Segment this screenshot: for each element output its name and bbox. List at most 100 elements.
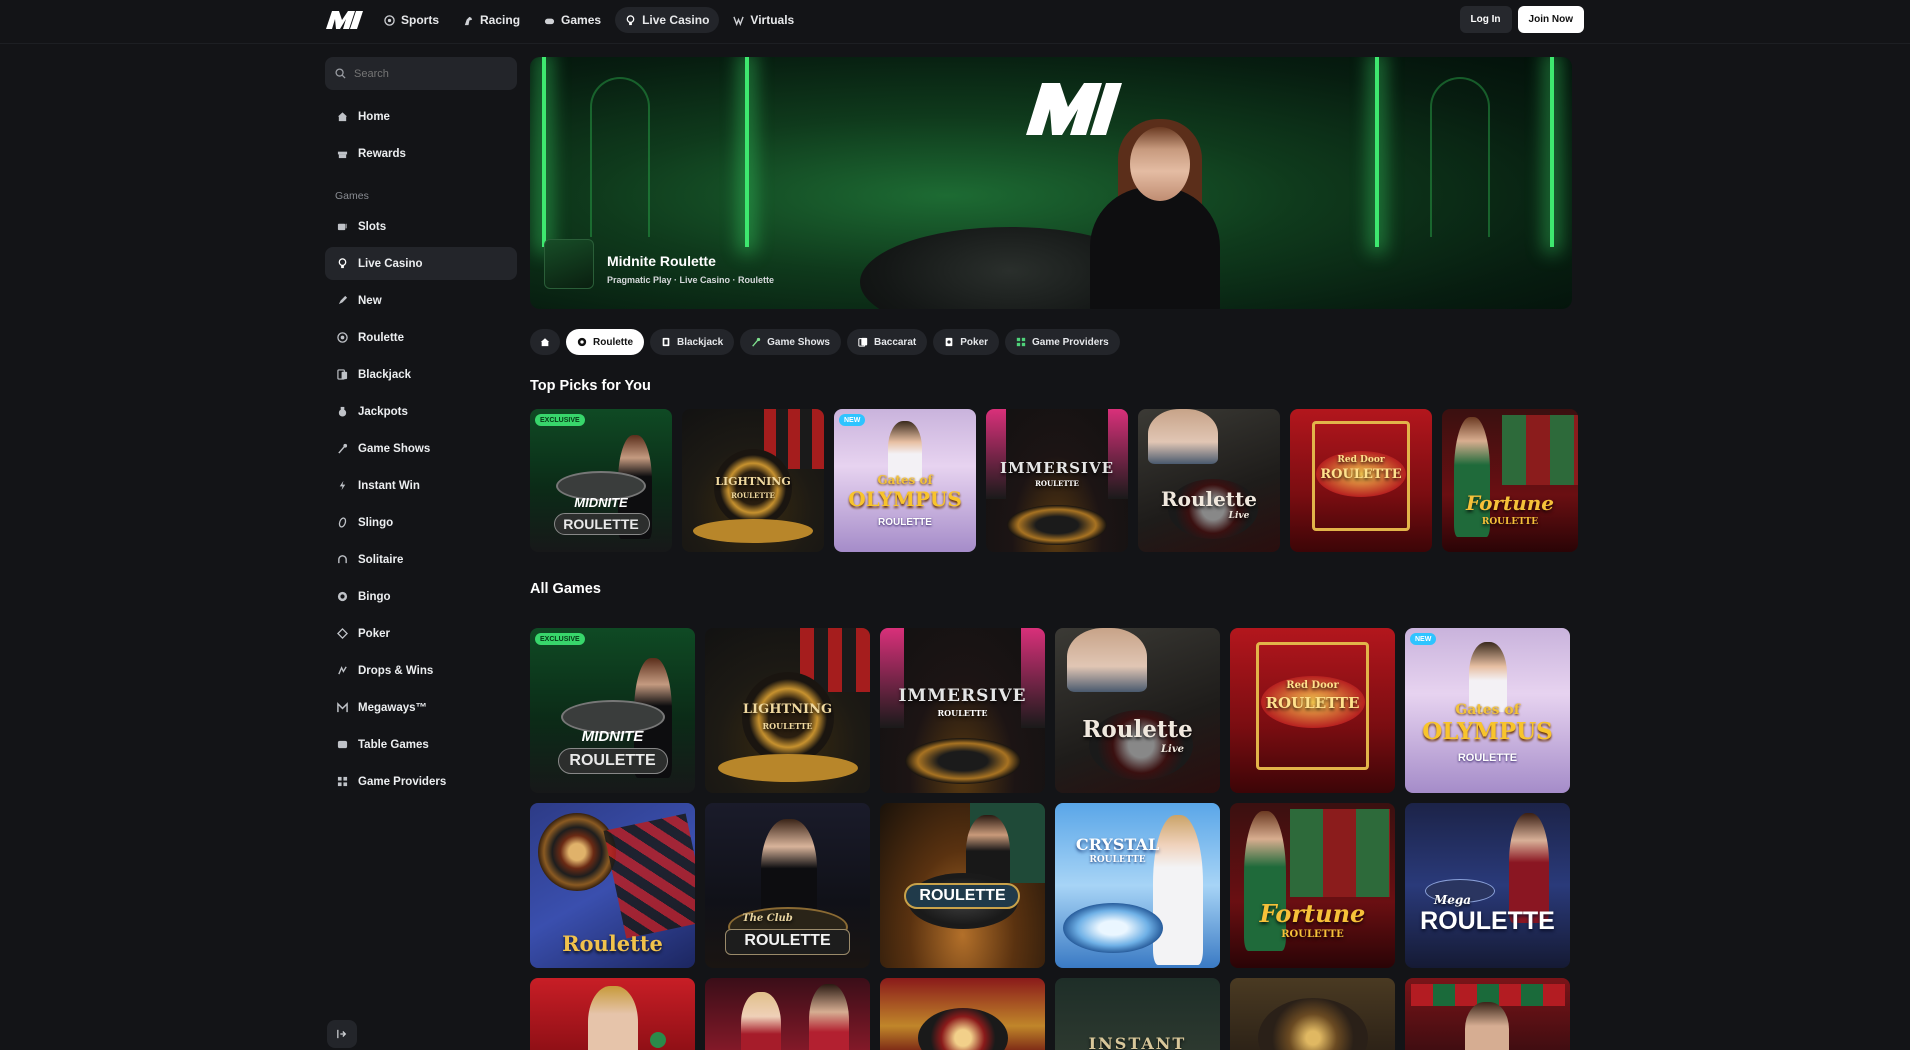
exclusive-badge: EXCLUSIVE (535, 633, 585, 645)
collapse-sidebar-button[interactable] (327, 1020, 357, 1048)
filter-poker[interactable]: Poker (933, 329, 1000, 355)
roulette-wheel (538, 813, 616, 891)
login-button[interactable]: Log In (1459, 6, 1512, 33)
section-title-all-games: All Games (530, 581, 601, 597)
game-tile-roulette-live[interactable]: Roulette Live (1055, 628, 1220, 793)
sidebar-item-home[interactable]: Home (325, 100, 517, 133)
game-tile-immersive-roulette[interactable]: IMMERSIVE ROULETTE (986, 409, 1128, 552)
game-tile-fortune-roulette[interactable]: Fortune ROULETTE (1230, 803, 1395, 968)
sidebar-item-rewards[interactable]: Rewards (325, 137, 517, 170)
game-tile-partial-2[interactable] (705, 978, 870, 1050)
top-bar: Sports Racing Games Live Casino Virtuals… (0, 0, 1910, 44)
dealer-figure (588, 986, 638, 1050)
sidebar-item-label: Solitaire (358, 553, 404, 566)
roulette-wheel (904, 738, 1021, 784)
sidebar-item-blackjack[interactable]: Blackjack (325, 358, 517, 391)
roulette-board (603, 813, 695, 939)
gift-icon (337, 151, 348, 159)
grid-icon (337, 776, 348, 787)
sidebar-item-label: Poker (358, 627, 390, 640)
game-tile-instant-roulette[interactable]: INSTANT (1055, 978, 1220, 1050)
sidebar-item-bingo[interactable]: Bingo (325, 580, 517, 613)
sidebar-item-drops-wins[interactable]: Drops & Wins (325, 654, 517, 687)
sidebar-item-table-games[interactable]: Table Games (325, 728, 517, 761)
character-figure (888, 421, 922, 481)
filter-label: Baccarat (873, 336, 917, 348)
game-tile-roulette[interactable]: Roulette (530, 803, 695, 968)
midnite-logo[interactable] (326, 11, 364, 29)
game-tile-roulette-dealer[interactable]: ROULETTE (880, 803, 1045, 968)
filter-baccarat[interactable]: Baccarat (846, 329, 928, 355)
hero-banner[interactable]: Midnite Roulette Pragmatic Play · Live C… (530, 57, 1572, 309)
game-tile-lightning-roulette[interactable]: LIGHTNING ROULETTE (705, 628, 870, 793)
sidebar-item-game-providers[interactable]: Game Providers (325, 765, 517, 798)
new-badge: NEW (1410, 633, 1437, 645)
poker-chip-icon (337, 628, 348, 639)
hero-light (542, 57, 546, 247)
sidebar-item-slingo[interactable]: Slingo (325, 506, 517, 539)
game-tile-gates-of-olympus-roulette[interactable]: NEW Gates of OLYMPUS ROULETTE (1405, 628, 1570, 793)
game-tile-red-door-roulette[interactable]: Red Door ROULETTE (1230, 628, 1395, 793)
tile-title: ROULETTE (563, 516, 639, 532)
sidebar-item-instant-win[interactable]: Instant Win (325, 469, 517, 502)
game-tile-partial-1[interactable] (530, 978, 695, 1050)
game-tile-the-club-roulette[interactable]: The Club ROULETTE (705, 803, 870, 968)
game-tile-partial-6[interactable] (1405, 978, 1570, 1050)
sidebar-item-live-casino[interactable]: Live Casino (325, 247, 517, 280)
filter-game-shows[interactable]: Game Shows (740, 329, 841, 355)
home-icon (540, 338, 550, 347)
game-tile-partial-5[interactable] (1230, 978, 1395, 1050)
game-tile-partial-3[interactable] (880, 978, 1045, 1050)
sidebar-item-new[interactable]: New (325, 284, 517, 317)
sidebar-item-label: New (358, 294, 382, 307)
hero-arch (590, 77, 650, 237)
game-tile-fortune-roulette[interactable]: Fortune ROULETTE (1442, 409, 1578, 552)
game-tile-midnite-roulette[interactable]: EXCLUSIVE MIDNITE ROULETTE (530, 628, 695, 793)
cards-icon (337, 369, 348, 380)
dealer-figure (1067, 628, 1147, 692)
sidebar-item-roulette[interactable]: Roulette (325, 321, 517, 354)
filter-label: Game Providers (1032, 336, 1109, 348)
table-icon (337, 740, 348, 749)
sidebar-item-slots[interactable]: Slots (325, 210, 517, 243)
sidebar-item-label: Jackpots (358, 405, 408, 418)
game-tile-crystal-roulette[interactable]: CRYSTAL ROULETTE (1055, 803, 1220, 968)
sidebar-item-solitaire[interactable]: Solitaire (325, 543, 517, 576)
sidebar-item-poker[interactable]: Poker (325, 617, 517, 650)
tile-subtitle: ROULETTE (1281, 929, 1344, 940)
tile-title: Roulette (1160, 487, 1258, 511)
game-tile-roulette-live[interactable]: Roulette Live (1138, 409, 1280, 552)
filter-label: Blackjack (677, 336, 724, 348)
filter-roulette[interactable]: Roulette (566, 329, 644, 355)
game-tile-lightning-roulette[interactable]: LIGHTNING ROULETTE (682, 409, 824, 552)
nav-sports-label: Sports (401, 13, 440, 27)
filter-blackjack[interactable]: Blackjack (650, 329, 735, 355)
tile-subtitle: ROULETTE (878, 517, 932, 528)
category-filter-bar: Roulette Blackjack Game Shows Baccarat P… (530, 329, 1120, 355)
nav-sports[interactable]: Sports (374, 7, 449, 33)
tile-title-top: Gates of (1455, 702, 1520, 718)
hero-light (745, 57, 749, 247)
search-box[interactable] (325, 57, 517, 90)
join-now-button[interactable]: Join Now (1517, 6, 1584, 33)
game-tile-midnite-roulette[interactable]: EXCLUSIVE MIDNITE ROULETTE (530, 409, 672, 552)
nav-racing[interactable]: Racing (453, 7, 530, 33)
game-tile-immersive-roulette[interactable]: IMMERSIVE ROULETTE (880, 628, 1045, 793)
nav-games[interactable]: Games (534, 7, 611, 33)
game-tile-mega-roulette[interactable]: Mega ROULETTE (1405, 803, 1570, 968)
sidebar-item-megaways[interactable]: Megaways™ (325, 691, 517, 724)
roulette-wheel (1007, 505, 1107, 545)
filter-home[interactable] (530, 329, 560, 355)
game-tile-gates-of-olympus-roulette[interactable]: NEW Gates of OLYMPUS ROULETTE (834, 409, 976, 552)
nav-virtuals[interactable]: Virtuals (723, 7, 804, 33)
search-input[interactable] (354, 67, 494, 80)
sidebar-item-jackpots[interactable]: Jackpots (325, 395, 517, 428)
nav-live-casino[interactable]: Live Casino (615, 7, 720, 33)
home-icon (337, 112, 348, 122)
sidebar-item-label: Slots (358, 220, 387, 233)
sidebar-item-game-shows[interactable]: Game Shows (325, 432, 517, 465)
live-icon (338, 258, 347, 269)
tile-title: Fortune (1259, 899, 1366, 928)
filter-game-providers[interactable]: Game Providers (1005, 329, 1120, 355)
game-tile-red-door-roulette[interactable]: Red Door ROULETTE (1290, 409, 1432, 552)
